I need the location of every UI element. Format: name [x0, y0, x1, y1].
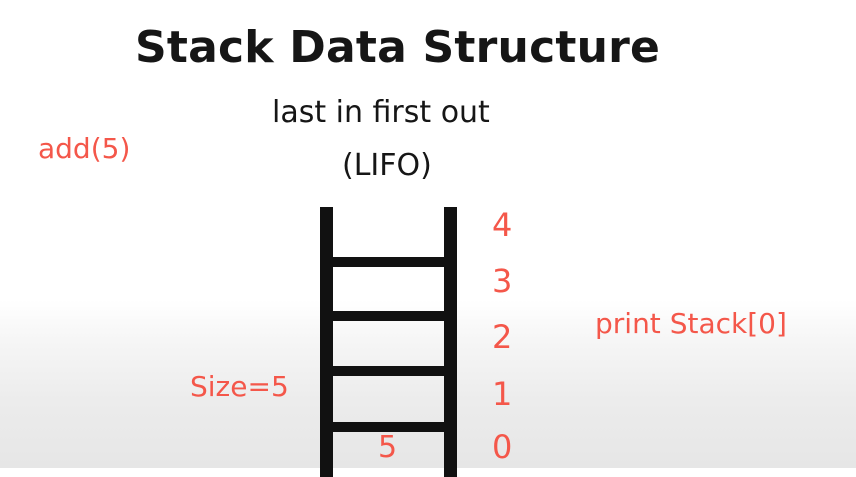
- slide-subtitle: last in first out: [272, 95, 490, 130]
- add-operation-label: add(5): [38, 132, 131, 165]
- stack-right-rail: [444, 207, 457, 477]
- stack-slot-divider: [320, 257, 457, 267]
- stack-index-label: 0: [492, 428, 513, 466]
- size-label: Size=5: [190, 370, 289, 403]
- stack-index-label: 2: [492, 318, 513, 356]
- lifo-label: (LIFO): [342, 148, 432, 183]
- stack-index-label: 3: [492, 262, 513, 300]
- stack-slot-divider: [320, 311, 457, 321]
- slide-title: Stack Data Structure: [135, 22, 661, 73]
- stack-left-rail: [320, 207, 333, 477]
- print-operation-label: print Stack[0]: [595, 307, 787, 340]
- stack-slot-value: 5: [378, 430, 398, 465]
- stack-index-label: 1: [492, 375, 513, 413]
- stack-slot-divider: [320, 366, 457, 376]
- stack-index-label: 4: [492, 206, 513, 244]
